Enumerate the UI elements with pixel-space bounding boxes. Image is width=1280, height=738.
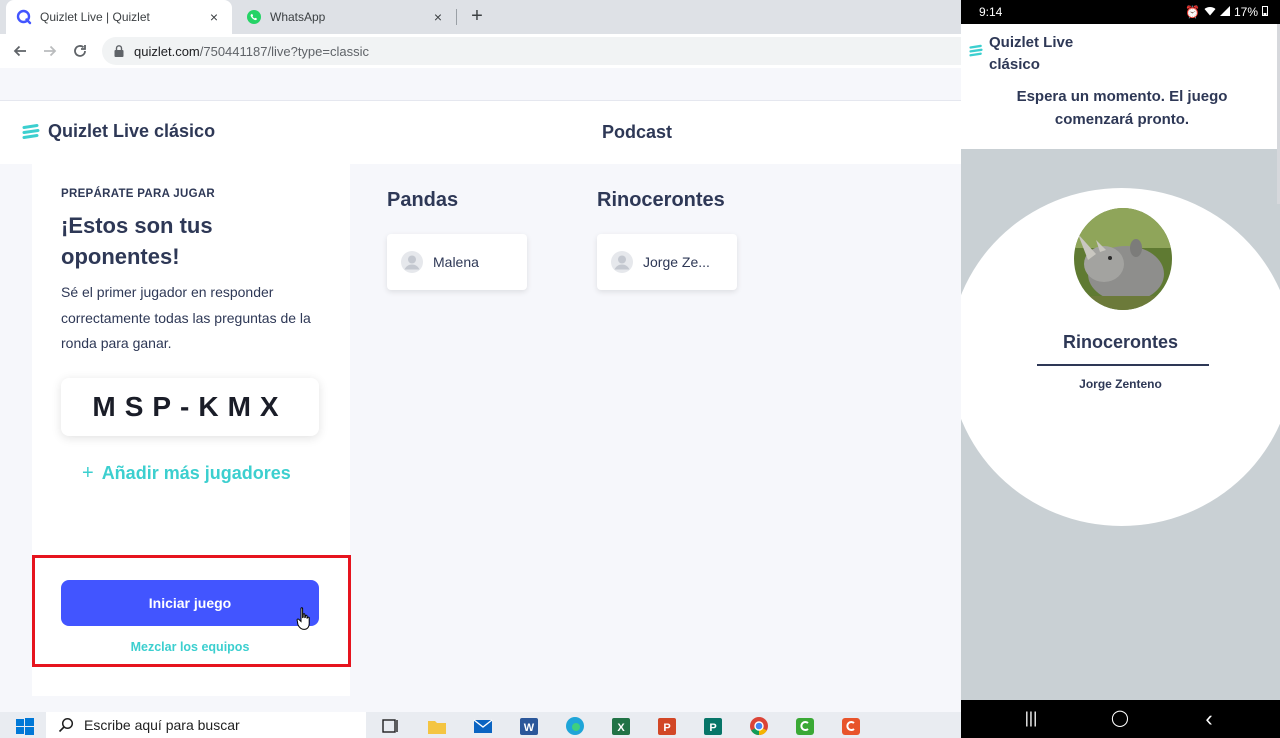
brand-title: Quizlet Live clásico (48, 121, 216, 141)
wifi-icon (1204, 5, 1216, 19)
team-rinocerontes: Rinocerontes Jorge Ze... (597, 189, 737, 290)
mail-icon[interactable] (472, 715, 494, 737)
edge-icon[interactable] (564, 715, 586, 737)
player-card: Jorge Ze... (597, 234, 737, 290)
team-underline (1037, 364, 1209, 366)
add-players-link[interactable]: + Añadir más jugadores (82, 462, 291, 485)
search-icon (58, 717, 74, 733)
player-card: Malena (387, 234, 527, 290)
address-bar[interactable]: quizlet.com /750441187/live?type=classic (102, 37, 961, 65)
tab-title: Quizlet Live | Quizlet (40, 10, 150, 24)
android-nav-bar: ||| ◯ ‹ (961, 700, 1280, 738)
plus-icon: + (82, 462, 94, 484)
home-icon[interactable]: ◯ (1110, 709, 1130, 729)
player-name: Jorge Ze... (643, 254, 710, 270)
phone-player-name: Jorge Zenteno (1079, 377, 1162, 391)
tab-separator (456, 9, 457, 25)
team-name: Rinocerontes (597, 189, 725, 211)
tab-whatsapp[interactable]: WhatsApp × (236, 0, 456, 34)
hand-cursor-icon (296, 607, 310, 630)
brand[interactable]: Quizlet Live clásico (22, 121, 215, 142)
search-placeholder: Escribe aquí para buscar (84, 717, 240, 733)
back-icon[interactable]: ‹ (1199, 708, 1219, 730)
svg-text:X: X (617, 722, 625, 734)
powerpoint-icon[interactable]: P (656, 715, 678, 737)
tab-title: WhatsApp (270, 10, 326, 24)
quizlet-icon (16, 9, 32, 25)
set-title: Podcast (602, 122, 673, 142)
url-host: quizlet.com (134, 43, 200, 59)
browser-window: Quizlet Live | Quizlet × WhatsApp × + qu… (0, 0, 961, 712)
excel-icon[interactable]: X (610, 715, 632, 737)
svg-text:W: W (524, 722, 535, 734)
forward-arrow-icon[interactable] (38, 39, 62, 63)
rhino-team-avatar (1074, 208, 1172, 310)
avatar-icon (611, 251, 633, 273)
close-tab-icon[interactable]: × (430, 9, 446, 25)
recents-icon[interactable]: ||| (1021, 709, 1041, 729)
quizlet-live-logo-icon (969, 44, 983, 57)
phone-brand-title: Quizlet Live clásico (989, 34, 1074, 73)
quizlet-page: Quizlet Live clásico Podcast PREPÁRATE P… (0, 68, 961, 712)
lobby-heading: ¡Estos son tus oponentes! (61, 213, 213, 269)
avatar-icon (401, 251, 423, 273)
waiting-message: Espera un momento. El juego comenzará pr… (1016, 88, 1228, 128)
task-view-icon[interactable] (380, 715, 402, 737)
join-code: MSP-KMX (61, 378, 319, 436)
team-name: Pandas (387, 189, 459, 211)
url-path: /750441187/live?type=classic (199, 43, 369, 59)
taskbar-search[interactable]: Escribe aquí para buscar (46, 712, 366, 738)
quizlet-live-logo-icon (22, 123, 40, 139)
status-time: 9:14 (979, 5, 1003, 19)
battery-level: 17% (1233, 5, 1258, 19)
player-name: Malena (433, 254, 479, 270)
battery-icon (1262, 5, 1268, 19)
team-pandas: Pandas Malena (387, 189, 527, 290)
kicker-label: PREPÁRATE PARA JUGAR (61, 188, 216, 200)
phone-team-name: Rinocerontes (1062, 332, 1179, 352)
add-players-label: Añadir más jugadores (101, 463, 291, 483)
phone-header: Quizlet Live clásico Espera un momento. … (961, 24, 1280, 149)
phone-status-bar: 9:14 ⏰ 17% (961, 0, 1280, 24)
reload-icon[interactable] (68, 39, 92, 63)
lock-icon (114, 45, 124, 57)
signal-icon (1219, 5, 1230, 19)
browser-toolbar: quizlet.com /750441187/live?type=classic (0, 34, 961, 68)
back-arrow-icon[interactable] (8, 39, 32, 63)
chrome-icon[interactable] (748, 715, 770, 737)
file-explorer-icon[interactable] (426, 715, 448, 737)
whatsapp-icon (246, 9, 262, 25)
windows-start-icon[interactable] (14, 715, 36, 737)
svg-text:P: P (709, 722, 716, 734)
svg-text:P: P (663, 722, 670, 734)
phone-brand: Quizlet Live clásico (969, 32, 1089, 76)
tab-strip: Quizlet Live | Quizlet × WhatsApp × + (0, 0, 961, 34)
camtasia-icon[interactable] (794, 715, 816, 737)
lobby-description: Sé el primer jugador en responder correc… (61, 284, 311, 351)
alarm-icon: ⏰ (1185, 5, 1200, 19)
windows-taskbar: Escribe aquí para buscar W X P P (0, 712, 961, 738)
new-tab-button[interactable]: + (466, 6, 488, 28)
publisher-icon[interactable]: P (702, 715, 724, 737)
word-icon[interactable]: W (518, 715, 540, 737)
phone-screen: 9:14 ⏰ 17% Quizlet Live clásico Espera u… (961, 0, 1280, 738)
page-header: Quizlet Live clásico Podcast (0, 101, 961, 164)
camtasia-recorder-icon[interactable] (840, 715, 862, 737)
tab-quizlet[interactable]: Quizlet Live | Quizlet × (6, 0, 232, 34)
close-tab-icon[interactable]: × (206, 9, 222, 25)
